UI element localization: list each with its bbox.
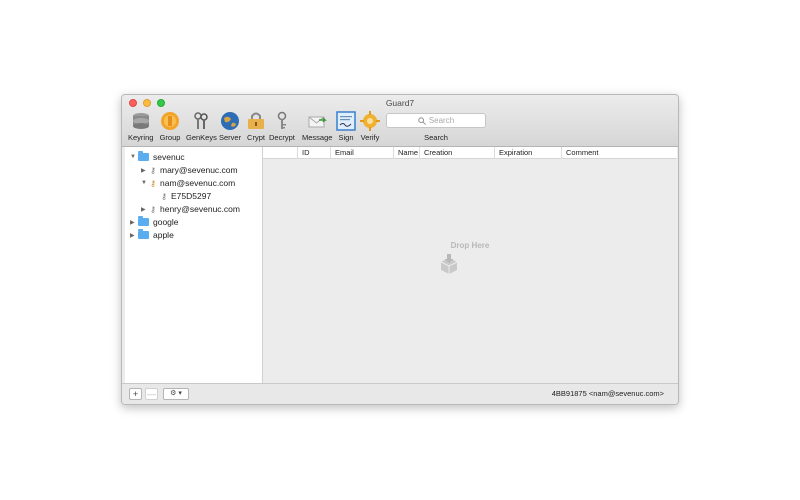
toolbar-genkeys-label: GenKeys (186, 133, 217, 142)
tree-item-label: nam@sevenuc.com (160, 178, 236, 188)
column-header-comment[interactable]: Comment (561, 147, 677, 159)
tree-item-apple[interactable]: ▶ apple (130, 229, 174, 241)
key-icon: ⚷ (150, 165, 156, 175)
disclosure-expanded-icon[interactable]: ▼ (141, 180, 149, 186)
column-header-id[interactable]: ID (297, 147, 330, 159)
column-header-email[interactable]: Email (330, 147, 393, 159)
tree-item-nam[interactable]: ▼ ⚷ nam@sevenuc.com (141, 177, 235, 189)
disclosure-collapsed-icon[interactable]: ▶ (130, 219, 138, 226)
toolbar-verify-button[interactable]: Verify (359, 110, 381, 144)
tree-item-henry[interactable]: ▶ ⚷ henry@sevenuc.com (141, 203, 240, 215)
toolbar-sign-label: Sign (338, 133, 354, 142)
verify-gear-icon (359, 110, 381, 132)
keyring-icon (130, 110, 152, 132)
tree-item-label: E75D5297 (171, 191, 212, 201)
keyring-sidebar: ▼ sevenuc ▶ ⚷ mary@sevenuc.com ▼ ⚷ nam@s… (125, 147, 263, 383)
toolbar-server-label: Server (219, 133, 242, 142)
drop-zone-text: Drop Here (450, 241, 490, 250)
tree-item-google[interactable]: ▶ google (130, 216, 179, 228)
disclosure-collapsed-icon[interactable]: ▶ (141, 167, 149, 174)
tree-item-sevenuc[interactable]: ▼ sevenuc (130, 151, 185, 163)
genkeys-icon (190, 110, 212, 132)
disclosure-collapsed-icon[interactable]: ▶ (130, 232, 138, 239)
toolbar-sign-button[interactable]: Sign (335, 110, 357, 144)
search-label: Search (424, 133, 448, 142)
tree-item-label: apple (153, 230, 174, 240)
remove-button[interactable]: — (145, 388, 158, 400)
tree-item-mary[interactable]: ▶ ⚷ mary@sevenuc.com (141, 164, 238, 176)
toolbar-server-button[interactable]: Server (219, 110, 241, 144)
toolbar-message-button[interactable]: Message (302, 110, 332, 144)
key-icon: ⚷ (150, 178, 156, 188)
toolbar-decrypt-button[interactable]: Decrypt (269, 110, 295, 144)
group-icon (159, 110, 181, 132)
sign-certificate-icon (335, 110, 357, 132)
disclosure-collapsed-icon[interactable]: ▶ (141, 206, 149, 213)
tree-item-label: sevenuc (153, 152, 185, 162)
add-button[interactable]: + (129, 388, 142, 400)
decrypt-key-icon (271, 110, 293, 132)
toolbar-keyring-label: Keyring (128, 133, 154, 142)
message-envelope-icon (306, 110, 328, 132)
search-input[interactable]: Search (386, 113, 486, 128)
column-header-expiration[interactable]: Expiration (494, 147, 561, 159)
folder-icon (138, 151, 149, 161)
column-spacer (263, 147, 297, 159)
search-icon (418, 116, 426, 125)
window-title: Guard7 (385, 98, 415, 108)
toolbar-verify-label: Verify (360, 133, 380, 142)
bottom-bar: + — ⚙ ▾ 4BB91875 <nam@sevenuc.com> (122, 383, 678, 404)
search-placeholder: Search (428, 116, 455, 125)
tree-item-subkey[interactable]: ⚷ E75D5297 (160, 190, 211, 202)
toolbar-group-button[interactable]: Group (159, 110, 181, 144)
drop-box-icon[interactable] (438, 253, 460, 277)
title-bar: Guard7 Keyring Group GenKeys Server Cryp… (122, 95, 678, 147)
crypt-lock-icon (245, 110, 267, 132)
toolbar-crypt-label: Crypt (247, 133, 265, 142)
subkey-icon: ⚷ (161, 191, 167, 201)
tree-item-label: henry@sevenuc.com (160, 204, 240, 214)
server-globe-icon (219, 110, 241, 132)
toolbar-decrypt-label: Decrypt (269, 133, 295, 142)
toolbar-group-label: Group (159, 133, 181, 142)
action-menu-button[interactable]: ⚙ ▾ (163, 388, 189, 400)
status-key-label: 4BB91875 <nam@sevenuc.com> (551, 389, 664, 398)
folder-icon (138, 216, 149, 226)
tree-item-label: google (153, 217, 179, 227)
key-icon: ⚷ (150, 204, 156, 214)
key-table-panel: ID Email Name Creation Expiration Commen… (263, 147, 677, 383)
toolbar-crypt-button[interactable]: Crypt (245, 110, 267, 144)
column-header-name[interactable]: Name (393, 147, 419, 159)
column-header-creation[interactable]: Creation (419, 147, 494, 159)
disclosure-expanded-icon[interactable]: ▼ (130, 154, 138, 160)
tree-item-label: mary@sevenuc.com (160, 165, 238, 175)
toolbar-genkeys-button[interactable]: GenKeys (186, 110, 217, 144)
app-window: Guard7 Keyring Group GenKeys Server Cryp… (121, 94, 679, 405)
toolbar-keyring-button[interactable]: Keyring (128, 110, 153, 144)
table-header: ID Email Name Creation Expiration Commen… (263, 147, 677, 159)
folder-icon (138, 229, 149, 239)
toolbar-message-label: Message (302, 133, 333, 142)
